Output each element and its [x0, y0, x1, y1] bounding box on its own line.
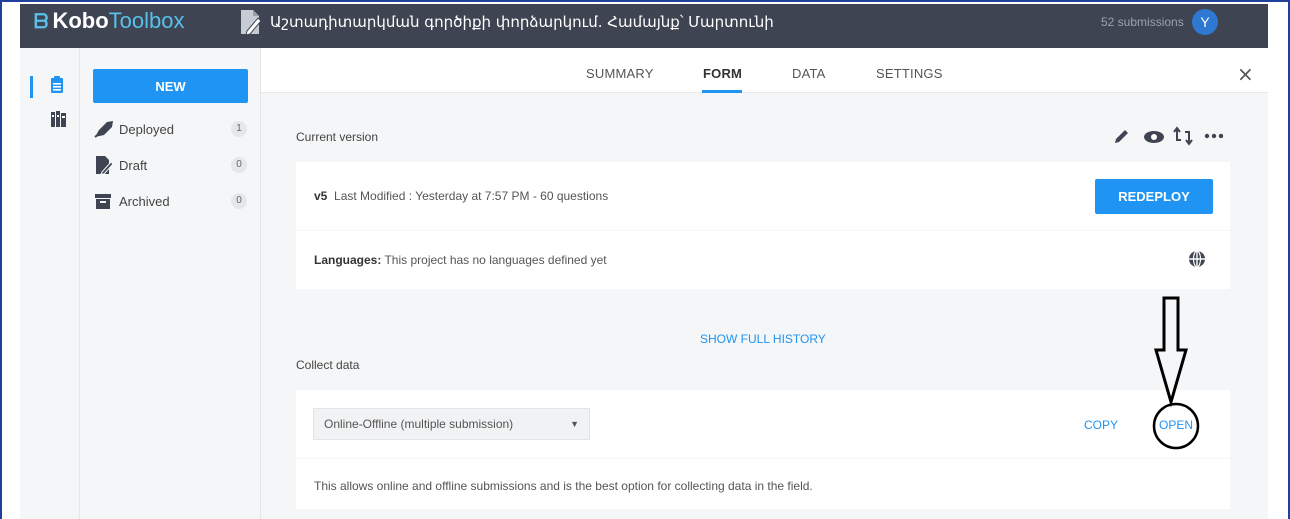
screenshot-frame	[0, 0, 1290, 519]
